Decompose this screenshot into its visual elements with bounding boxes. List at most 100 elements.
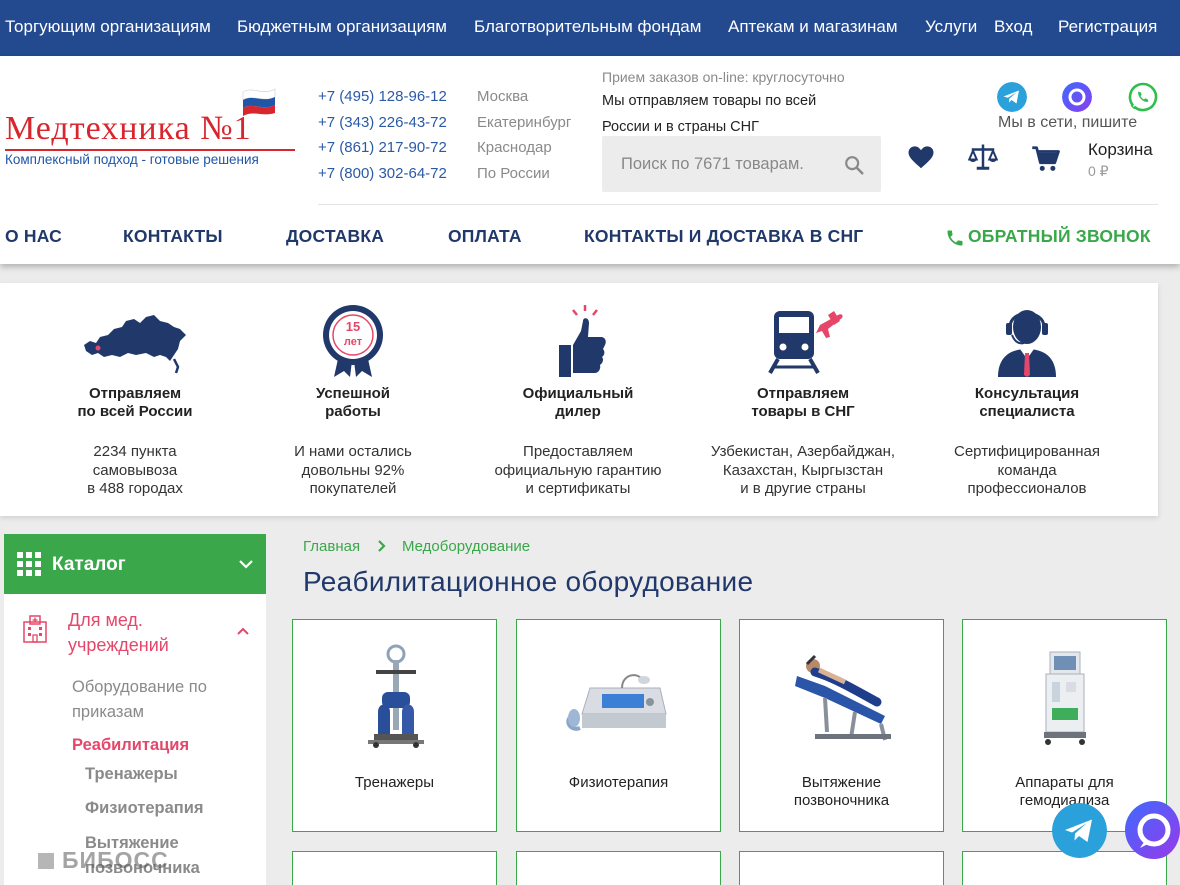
svg-text:15: 15: [346, 319, 360, 334]
chevron-up-icon[interactable]: [236, 626, 250, 636]
orders-info: Прием заказов on-line: круглосуточно Мы …: [602, 69, 892, 140]
topbar-link-charity[interactable]: Благотворительным фондам: [474, 17, 701, 37]
cart-sum: 0 ₽: [1088, 163, 1109, 179]
category-card[interactable]: Аппараты для гемодиализа: [962, 619, 1167, 832]
compare-scales-icon[interactable]: [968, 142, 998, 172]
orders-hint: Прием заказов on-line: круглосуточно: [602, 69, 845, 85]
card-label: Вытяжение позвоночника: [793, 774, 890, 809]
category-card[interactable]: [739, 851, 944, 885]
sidebar-item-rehab[interactable]: Реабилитация: [72, 733, 189, 758]
thumbs-up-icon: [559, 305, 606, 377]
feature-title: Официальный дилер: [522, 385, 634, 420]
site-header: Медтехника №1 Комплексный подход - готов…: [0, 56, 1180, 264]
phone-number[interactable]: +7 (861) 217-90-72: [318, 139, 477, 156]
max-messenger-icon[interactable]: [1062, 82, 1092, 112]
category-card[interactable]: [516, 851, 721, 885]
phone-row: +7 (800) 302-64-72 По России: [318, 161, 571, 187]
nav-contacts[interactable]: КОНТАКТЫ: [123, 226, 223, 247]
phone-city: По России: [477, 164, 550, 182]
card-label: Тренажеры: [354, 774, 435, 791]
breadcrumb-home[interactable]: Главная: [303, 538, 360, 555]
callback-link[interactable]: ОБРАТНЫЙ ЗВОНОК: [968, 226, 1151, 247]
watermark: БИБОСС: [62, 847, 169, 873]
logo-underline: [5, 149, 295, 151]
chevron-down-icon: [239, 560, 253, 569]
search-icon[interactable]: [843, 154, 865, 176]
feature-title: Отправляем товары в СНГ: [751, 385, 855, 420]
breadcrumb-section[interactable]: Медоборудование: [402, 538, 530, 555]
trainer-machine-image: [368, 644, 424, 748]
topbar-link-pharmacies[interactable]: Аптекам и магазинам: [728, 17, 898, 37]
feature-title: Отправляем по всей России: [77, 385, 193, 420]
shipping-note: Мы отправляем товары по всей России и в …: [602, 93, 817, 135]
nav-about[interactable]: О НАС: [5, 226, 62, 247]
features-strip: Отправляем по всей России 2234 пункта само…: [0, 283, 1158, 516]
header-divider: [318, 204, 1158, 205]
sidebar-item-trainers[interactable]: Тренажеры: [85, 762, 178, 787]
feature-title: Консультация специалиста: [974, 385, 1080, 420]
phone-row: +7 (495) 128-96-12 Москва: [318, 84, 571, 110]
telegram-icon[interactable]: [997, 82, 1027, 112]
search-input[interactable]: [602, 136, 842, 192]
phone-list: +7 (495) 128-96-12 Москва +7 (343) 226-4…: [318, 84, 571, 186]
telegram-float-icon[interactable]: [1052, 803, 1107, 858]
category-card[interactable]: Физиотерапия: [516, 619, 721, 832]
phone-city: Краснодар: [477, 139, 552, 157]
russia-map-icon: [84, 315, 186, 374]
feature-title: Успешной работы: [315, 385, 391, 420]
logo-tagline: Комплексный подход - готовые решения: [5, 152, 259, 167]
category-card[interactable]: [292, 851, 497, 885]
phone-number[interactable]: +7 (495) 128-96-12: [318, 88, 477, 105]
grid-menu-icon: [17, 552, 41, 576]
train-plane-icon: [768, 311, 843, 374]
spine-traction-table-image: [795, 654, 891, 741]
feature-description: Сертифицированная команда профессионалов: [954, 443, 1100, 497]
cart-icon[interactable]: [1031, 144, 1061, 174]
sidebar-item-orders[interactable]: Оборудование по приказам: [72, 675, 207, 725]
site-logo[interactable]: Медтехника №1 Комплексный подход - готов…: [3, 86, 295, 167]
feature-description: 2234 пункта самовывоза в 488 городах: [87, 443, 183, 497]
nav-payment[interactable]: ОПЛАТА: [448, 226, 522, 247]
login-link[interactable]: Вход: [994, 17, 1032, 37]
hemodialysis-machine-image: [1044, 651, 1086, 745]
physiotherapy-device-image: [566, 674, 667, 731]
favorites-heart-icon[interactable]: [906, 142, 936, 172]
consultant-headset-icon: [998, 310, 1056, 377]
phone-number[interactable]: +7 (800) 302-64-72: [318, 165, 477, 182]
hospital-building-icon: [23, 615, 47, 643]
register-link[interactable]: Регистрация: [1058, 17, 1157, 37]
phone-city: Екатеринбург: [477, 113, 572, 131]
social-caption: Мы в сети, пишите: [998, 114, 1138, 131]
logo-title: Медтехника №1: [5, 110, 252, 147]
cart-title[interactable]: Корзина: [1088, 140, 1153, 160]
phone-icon[interactable]: [945, 228, 965, 248]
top-bar: Торгующим организациям Бюджетным организ…: [0, 0, 1180, 56]
category-card[interactable]: [962, 851, 1167, 885]
feature-description: Узбекистан, Азербайджан, Казахстан, Кыргы…: [710, 443, 896, 497]
page-title: Реабилитационное оборудование: [303, 566, 754, 597]
topbar-link-services[interactable]: Услуги: [925, 17, 977, 37]
svg-text:лет: лет: [344, 336, 363, 348]
phone-number[interactable]: +7 (343) 226-43-72: [318, 114, 477, 131]
catalog-label: Каталог: [52, 554, 126, 575]
category-card[interactable]: Тренажеры: [292, 619, 497, 832]
sidebar-category-medical[interactable]: Для мед. учреждений: [68, 608, 218, 658]
catalog-toggle[interactable]: Каталог: [4, 534, 266, 594]
catalog-sidebar: Для мед. учреждений Оборудование по приказ…: [4, 594, 266, 885]
topbar-link-retail[interactable]: Торгующим организациям: [5, 17, 211, 37]
nav-delivery[interactable]: ДОСТАВКА: [286, 226, 384, 247]
sidebar-item-physio[interactable]: Физиотерапия: [85, 796, 204, 821]
phone-row: +7 (343) 226-43-72 Екатеринбург: [318, 110, 571, 136]
phone-city: Москва: [477, 88, 529, 106]
card-label: Физиотерапия: [568, 774, 669, 791]
chevron-right-icon: [378, 540, 386, 552]
topbar-link-budget[interactable]: Бюджетным организациям: [237, 17, 447, 37]
feature-description: И нами остались довольны 92% покупателей: [294, 443, 412, 497]
award-15-years-icon: 15 лет: [323, 305, 383, 377]
nav-cis-contacts[interactable]: КОНТАКТЫ И ДОСТАВКА В СНГ: [584, 226, 863, 247]
max-chat-float-icon[interactable]: [1124, 800, 1180, 860]
whatsapp-icon[interactable]: [1128, 82, 1158, 112]
watermark-logo-icon: [38, 853, 54, 869]
search-box: [602, 136, 881, 192]
category-card[interactable]: Вытяжение позвоночника: [739, 619, 944, 832]
